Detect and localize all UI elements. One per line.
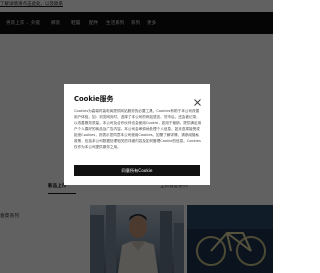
dialog-title: Cookie服务	[74, 95, 114, 103]
close-button[interactable]	[193, 92, 202, 106]
dialog-body-text: Cookies为高端时装电商提供网站服务的必要工具，Cookies有助于本公司改…	[74, 109, 202, 149]
close-icon	[194, 99, 201, 106]
cookie-dialog: Cookie服务 Cookies为高端时装电商提供网站服务的必要工具，Cooki…	[64, 84, 210, 185]
accept-all-cookies-button[interactable]: 同意所有Cookie	[74, 165, 200, 176]
